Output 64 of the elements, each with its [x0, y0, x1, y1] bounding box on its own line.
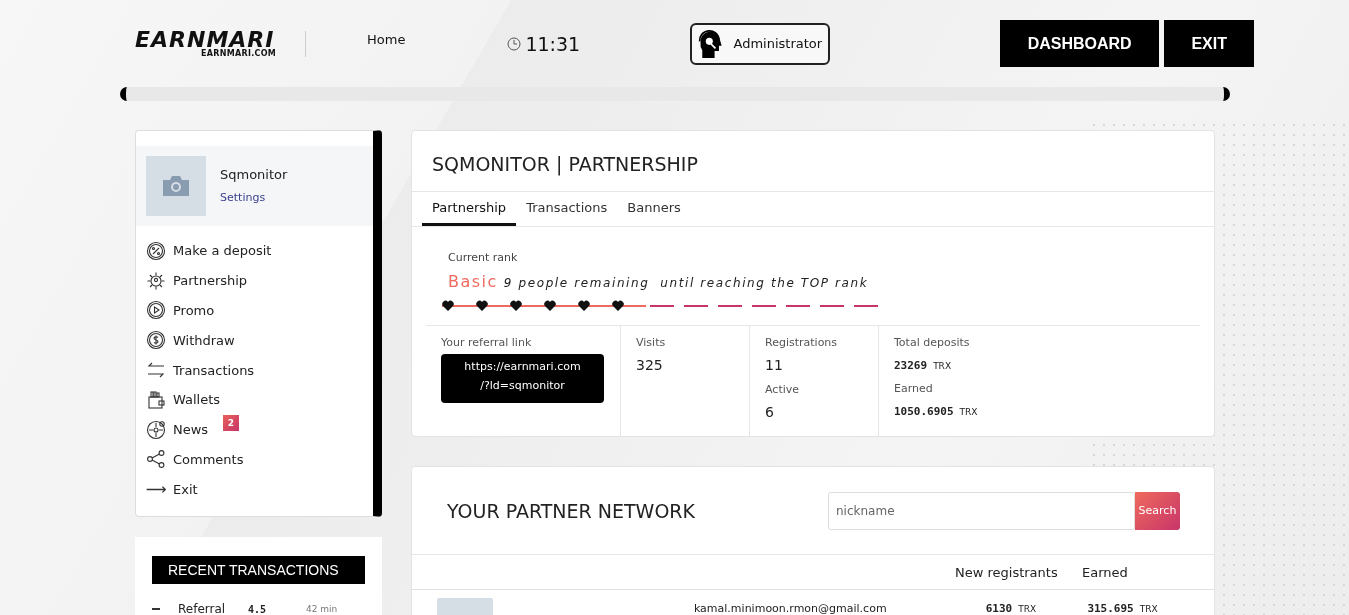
transaction-time: 42 min [306, 604, 338, 614]
rank-label: Current rank [448, 251, 519, 264]
stat-value: 325 [636, 357, 664, 373]
profile-name: Sqmonitor [220, 167, 288, 182]
tab[interactable]: Transactions [516, 192, 618, 226]
count-badge: 2 [223, 414, 239, 431]
tab[interactable]: Banners [617, 192, 691, 226]
currency-unit: TRX [1018, 604, 1037, 614]
camera-icon [161, 175, 191, 197]
exit-button[interactable]: EXIT [1164, 20, 1255, 67]
referral-link[interactable]: https://earnmari.com /?ld=sqmonitor [441, 354, 604, 403]
menu-item-icon [146, 419, 166, 440]
panel-title: RECENT TRANSACTIONS [152, 556, 365, 584]
stat-label: Your referral link [441, 336, 533, 349]
stat-label: Total deposits [894, 336, 971, 349]
rank-note: 9 people remaining until reaching the TOP rank [503, 276, 869, 290]
search-button[interactable]: Search [1135, 491, 1180, 530]
sidebar-item[interactable]: Withdraw [146, 325, 373, 356]
stat-value: 11 [765, 357, 784, 373]
sidebar-item[interactable]: News 2 [146, 414, 373, 445]
stat-label: Active [765, 383, 801, 396]
currency-unit: TRX [959, 407, 978, 417]
column-header: New registrants [955, 564, 1059, 580]
settings-link[interactable]: Settings [220, 191, 266, 204]
stat-value: 1050.6905 [894, 405, 954, 418]
dashboard-button[interactable]: DASHBOARD [1000, 20, 1160, 67]
currency-unit: TRX [933, 361, 952, 371]
sidebar-item[interactable]: Promo [146, 295, 373, 326]
menu-item-icon [146, 240, 166, 261]
clock-time: 11:31 [525, 32, 581, 55]
menu-item-icon [146, 389, 166, 410]
earned-value: 315.695 [1087, 602, 1134, 615]
transaction-amount: 4.5 [248, 603, 268, 615]
tab[interactable]: Partnership [422, 192, 517, 226]
minus-icon [152, 608, 160, 610]
card-title: YOUR PARTNER NETWORK [447, 499, 697, 522]
menu-item-icon [146, 485, 166, 493]
sidebar-item[interactable]: Make a deposit [146, 236, 373, 266]
menu-item-icon [146, 300, 166, 321]
sidebar-item[interactable]: Partnership [146, 265, 373, 296]
transaction-type: Referral [178, 602, 227, 615]
search-field[interactable]: nickname [828, 491, 1135, 530]
menu-item-icon [146, 330, 166, 351]
clock-icon [507, 36, 522, 51]
stat-label: Visits [636, 336, 667, 349]
rank-name: Basic [448, 272, 498, 291]
stat-label: Earned [894, 382, 934, 395]
sidebar-item[interactable]: Comments [146, 444, 373, 475]
sidebar-item[interactable]: Exit [146, 474, 373, 505]
sidebar-item[interactable]: Transactions [146, 355, 373, 385]
stat-value: 23269 [894, 359, 928, 372]
partner-email: kamal.minimoon.rmon@gmail.com [693, 602, 888, 615]
menu-item-icon [146, 270, 166, 291]
home-link[interactable]: Home [367, 32, 406, 47]
user-button[interactable]: Administrator [690, 22, 831, 65]
card-title: SQMONITOR | PARTNERSHIP [412, 131, 1214, 192]
menu-item-icon [146, 449, 166, 470]
registrants-value: 6130 [985, 602, 1013, 615]
logo-subtitle: EARNMARI.COM [201, 49, 278, 58]
sidebar-item[interactable]: Wallets [146, 385, 373, 415]
column-header: Earned [1082, 564, 1128, 580]
currency-unit: TRX [1139, 604, 1158, 614]
stat-label: Registrations [765, 336, 839, 349]
stat-value: 6 [765, 404, 775, 420]
